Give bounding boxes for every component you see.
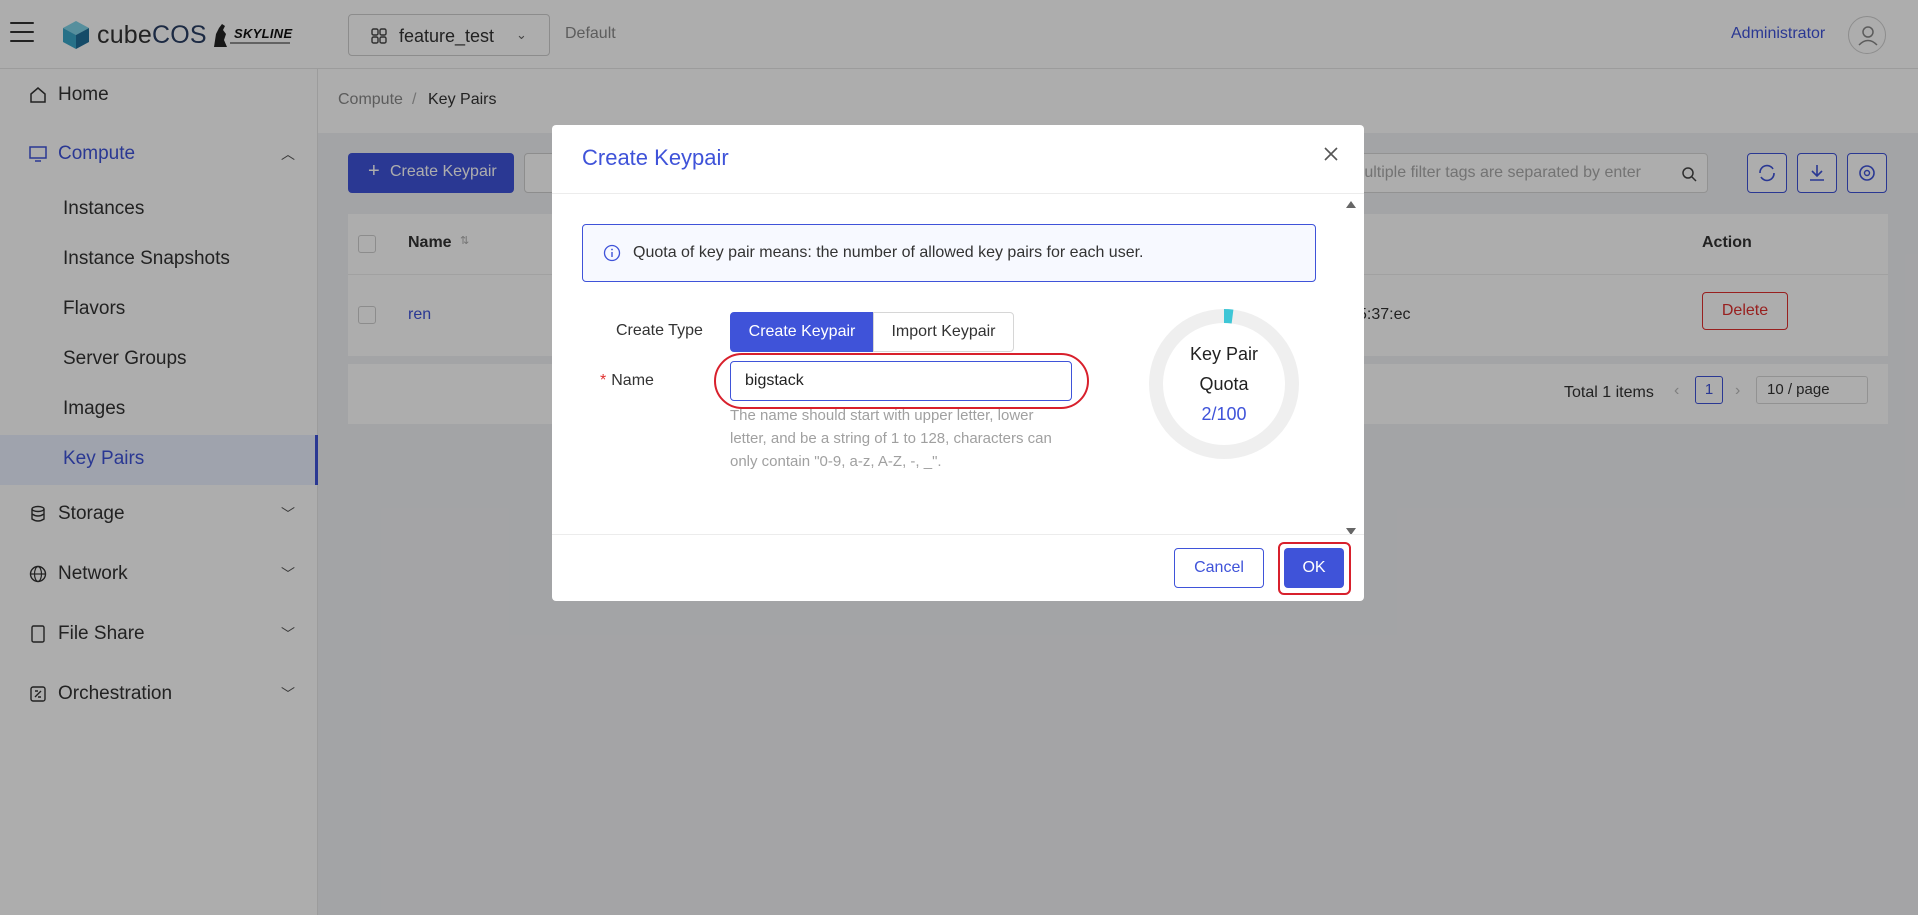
modal-footer-divider bbox=[552, 534, 1364, 535]
info-icon bbox=[603, 244, 621, 262]
modal-divider bbox=[552, 193, 1364, 194]
quota-title-line2: Quota bbox=[1199, 374, 1249, 394]
modal-scrollbar[interactable] bbox=[1344, 198, 1358, 538]
close-icon[interactable] bbox=[1320, 143, 1342, 165]
quota-value: 2/100 bbox=[1201, 404, 1247, 424]
highlight-oval-name bbox=[714, 353, 1089, 409]
info-text: Quota of key pair means: the number of a… bbox=[633, 244, 1144, 261]
required-asterisk: * bbox=[600, 372, 607, 389]
cancel-button[interactable]: Cancel bbox=[1174, 548, 1264, 588]
scroll-arrows-icon bbox=[1346, 201, 1356, 535]
create-type-label: Create Type bbox=[616, 322, 703, 339]
name-hint: The name should start with upper letter,… bbox=[730, 407, 1052, 470]
create-keypair-option[interactable]: Create Keypair bbox=[730, 312, 874, 352]
quota-title-line1: Key Pair bbox=[1189, 344, 1259, 364]
import-keypair-option[interactable]: Import Keypair bbox=[873, 312, 1014, 352]
quota-used-arc bbox=[1223, 309, 1234, 324]
name-label: * Name bbox=[600, 372, 654, 389]
create-keypair-modal: Create Keypair Quota of key pair means: … bbox=[552, 125, 1364, 601]
modal-title: Create Keypair bbox=[582, 145, 729, 170]
quota-info-alert: Quota of key pair means: the number of a… bbox=[582, 224, 1316, 282]
highlight-box-ok bbox=[1278, 542, 1351, 595]
